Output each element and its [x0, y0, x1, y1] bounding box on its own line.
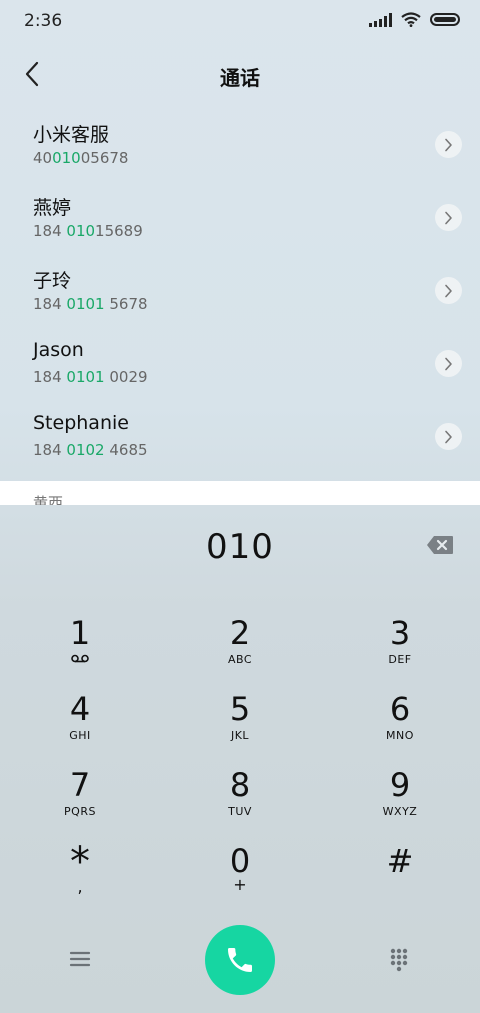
keypad-grid-icon — [390, 948, 408, 972]
number-match: 0101 — [66, 368, 105, 386]
contact-name: Stephanie — [33, 412, 129, 434]
key-letters: PQRS — [64, 805, 96, 818]
key-digit: 2 — [229, 614, 251, 652]
key-digit: 0 — [229, 842, 251, 880]
contact-row[interactable]: Jason 184 0101 0029 — [0, 327, 480, 400]
contact-row[interactable]: 小米客服 4001005678 — [0, 108, 480, 181]
number-match: 0101 — [66, 295, 105, 313]
number-match: 010 — [66, 222, 96, 240]
key-digit: 6 — [389, 690, 411, 728]
key-digit: # — [386, 842, 414, 880]
contact-row[interactable]: 子玲 184 0101 5678 — [0, 254, 480, 327]
contact-detail-button[interactable] — [435, 277, 462, 304]
key-letters: , — [77, 877, 83, 896]
key-letters: JKL — [230, 729, 250, 742]
contact-detail-button[interactable] — [435, 423, 462, 450]
chevron-right-icon — [445, 284, 452, 297]
menu-button[interactable] — [66, 947, 96, 971]
contact-number: 184 0101 5678 — [33, 295, 148, 313]
dialer-panel: 010 1 2 ABC 3 DEF 4 GHI 5 JKL 6 MNO 7 PQ… — [0, 505, 480, 1013]
contact-list: 小米客服 4001005678 燕婷 184 01015689 子玲 184 0… — [0, 108, 480, 473]
contact-detail-button[interactable] — [435, 204, 462, 231]
key-letters: WXYZ — [382, 805, 418, 818]
dial-input[interactable]: 010 — [0, 527, 480, 567]
key-hash[interactable]: # — [320, 843, 480, 919]
key-star[interactable]: * , — [0, 839, 160, 919]
key-letters: ABC — [227, 653, 253, 666]
contact-detail-button[interactable] — [435, 350, 462, 377]
status-time: 2:36 — [24, 11, 63, 31]
key-6[interactable]: 6 MNO — [320, 691, 480, 767]
key-7[interactable]: 7 PQRS — [0, 767, 160, 843]
contact-name: 燕婷 — [33, 197, 72, 219]
key-8[interactable]: 8 TUV — [160, 767, 320, 843]
page-title: 通话 — [220, 66, 260, 90]
key-digit: 1 — [69, 614, 91, 652]
call-button[interactable] — [205, 925, 275, 995]
key-digit: * — [70, 839, 90, 885]
key-digit: 4 — [69, 690, 91, 728]
number-match: 010 — [52, 149, 81, 167]
backspace-button[interactable] — [426, 535, 454, 555]
contact-name: 小米客服 — [33, 124, 110, 146]
key-2[interactable]: 2 ABC — [160, 615, 320, 691]
contact-detail-button[interactable] — [435, 131, 462, 158]
key-letters: + — [233, 875, 247, 894]
contact-row[interactable]: Stephanie 184 0102 4685 — [0, 400, 480, 473]
key-4[interactable]: 4 GHI — [0, 691, 160, 767]
key-digit: 3 — [389, 614, 411, 652]
menu-icon — [69, 951, 91, 967]
key-letters: GHI — [69, 729, 91, 742]
contact-row[interactable]: 燕婷 184 01015689 — [0, 181, 480, 254]
header: 通话 — [0, 52, 480, 96]
key-letters: TUV — [228, 805, 252, 818]
backspace-icon — [427, 536, 453, 554]
battery-icon — [430, 13, 460, 26]
signal-icon — [369, 12, 392, 27]
contact-number: 4001005678 — [33, 149, 129, 167]
contact-name: 子玲 — [33, 270, 72, 292]
chevron-right-icon — [445, 138, 452, 151]
key-digit: 5 — [229, 690, 251, 728]
partial-contact-name: 黄西 — [33, 494, 64, 505]
key-1[interactable]: 1 — [0, 615, 160, 691]
status-bar: 2:36 — [0, 0, 480, 40]
key-digit: 8 — [229, 766, 251, 804]
voicemail-icon — [71, 654, 89, 663]
key-digit: 7 — [69, 766, 91, 804]
key-digit: 9 — [389, 766, 411, 804]
chevron-right-icon — [445, 211, 452, 224]
chevron-right-icon — [445, 430, 452, 443]
contact-number: 184 0101 0029 — [33, 368, 148, 386]
wifi-icon — [401, 12, 421, 27]
status-icons — [369, 12, 460, 27]
contact-name: Jason — [33, 339, 84, 361]
key-0[interactable]: 0 + — [160, 843, 320, 919]
key-3[interactable]: 3 DEF — [320, 615, 480, 691]
key-5[interactable]: 5 JKL — [160, 691, 320, 767]
chevron-right-icon — [445, 357, 452, 370]
contact-number: 184 01015689 — [33, 222, 143, 240]
key-letters: DEF — [388, 653, 412, 666]
keypad-toggle-button[interactable] — [384, 945, 414, 975]
contact-number: 184 0102 4685 — [33, 441, 148, 459]
key-9[interactable]: 9 WXYZ — [320, 767, 480, 843]
list-overflow-strip: 黄西 — [0, 481, 480, 505]
phone-icon — [228, 948, 252, 972]
key-letters: MNO — [386, 729, 414, 742]
number-match: 0102 — [66, 441, 105, 459]
